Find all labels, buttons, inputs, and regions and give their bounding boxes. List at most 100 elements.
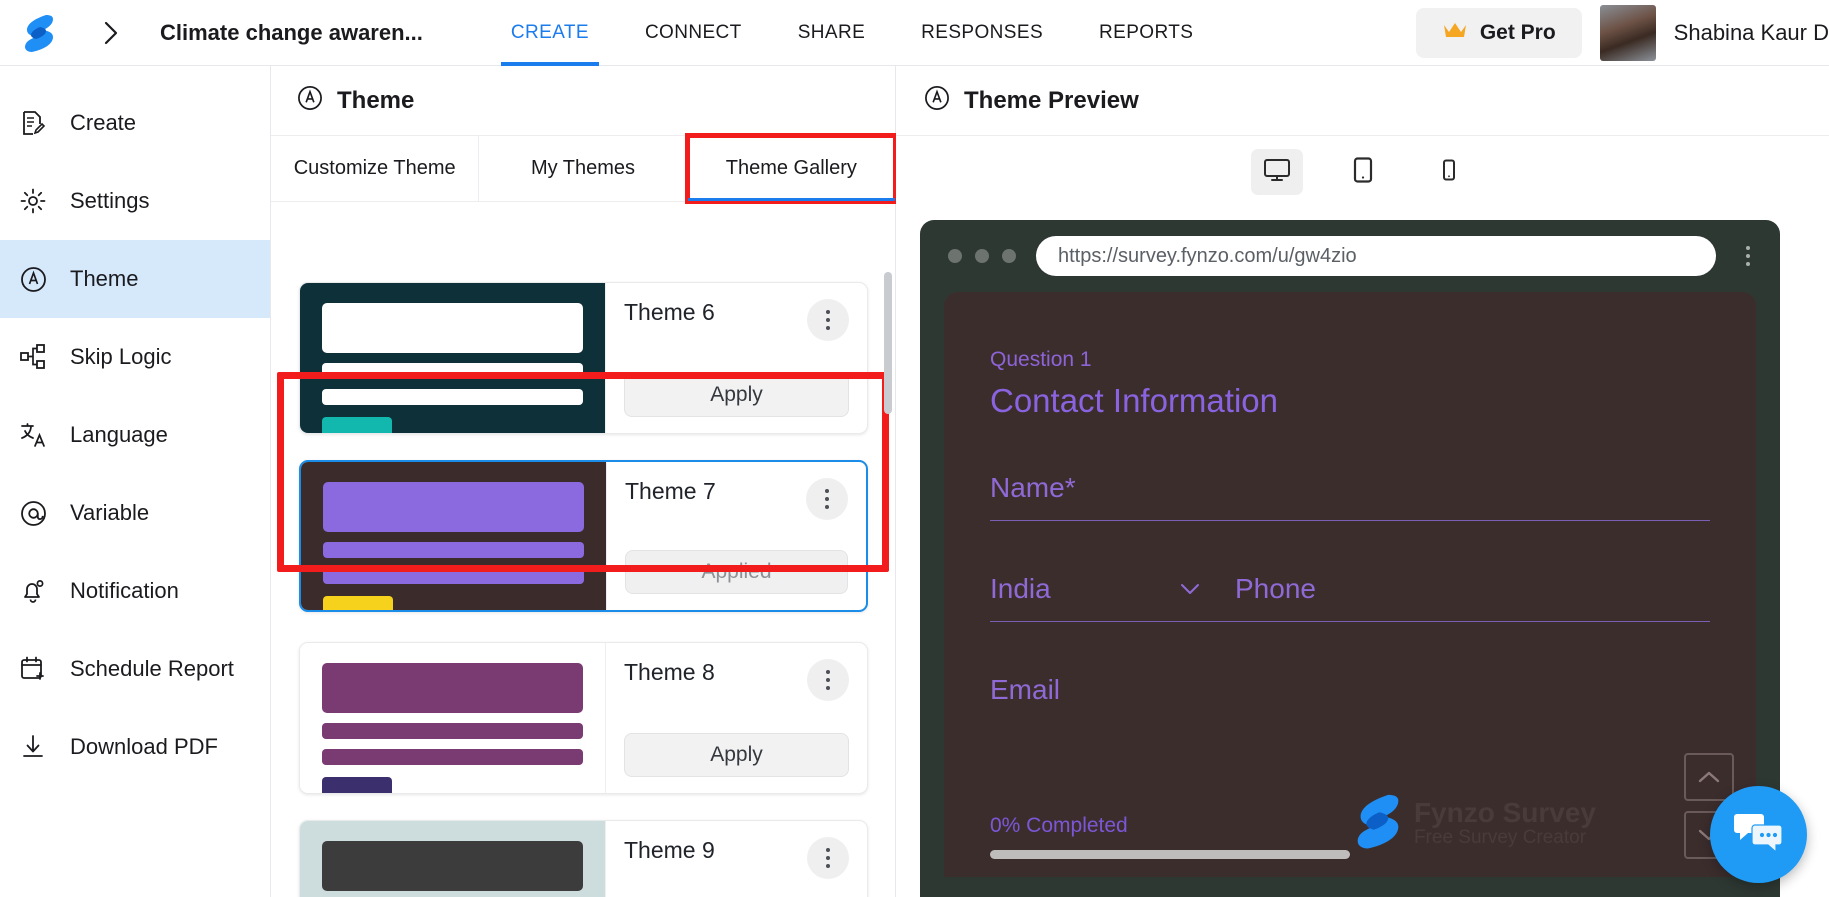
theme-gallery-list[interactable]: Theme 6 Apply Theme 7 Applied Theme 8 Ap… xyxy=(271,268,896,897)
sidebar-item-create[interactable]: Create xyxy=(0,84,270,162)
browser-window-dots xyxy=(940,249,1016,263)
theme-card[interactable]: Theme 8 Apply xyxy=(299,642,868,794)
theme-list-scrollbar[interactable] xyxy=(884,272,892,414)
theme-swatch xyxy=(300,643,605,793)
theme-card-details: Theme 6 Apply xyxy=(605,283,867,433)
theme-palette-icon xyxy=(18,266,48,293)
chevron-up-icon[interactable] xyxy=(1684,753,1734,801)
survey-preview: Question 1 Contact Information Name* Ind… xyxy=(944,292,1756,877)
sidebar-item-download-pdf[interactable]: Download PDF xyxy=(0,708,270,786)
theme-palette-icon xyxy=(297,85,323,116)
gear-icon xyxy=(18,188,48,214)
kebab-menu-icon[interactable] xyxy=(807,299,849,341)
sidebar-item-variable[interactable]: Variable xyxy=(0,474,270,552)
monitor-icon xyxy=(1263,157,1291,188)
get-pro-button[interactable]: Get Pro xyxy=(1415,7,1582,58)
apply-button[interactable]: Apply xyxy=(624,373,849,417)
preview-title: Theme Preview xyxy=(964,86,1139,114)
sidebar-item-skip-logic[interactable]: Skip Logic xyxy=(0,318,270,396)
minimize-icon xyxy=(975,249,989,263)
browser-toolbar: https://survey.fynzo.com/u/gw4zio xyxy=(920,220,1780,292)
sidebar-item-settings[interactable]: Settings xyxy=(0,162,270,240)
tab-responses[interactable]: RESPONSES xyxy=(893,0,1071,66)
theme-card[interactable]: Theme 6 Apply xyxy=(299,282,868,434)
theme-panel-title: Theme xyxy=(337,86,415,114)
close-icon xyxy=(948,249,962,263)
theme-tabs: Customize Theme My Themes Theme Gallery xyxy=(271,133,898,204)
theme-card[interactable]: Theme 9 Apply xyxy=(299,820,868,897)
tab-theme-gallery[interactable]: Theme Gallery xyxy=(684,133,898,204)
url-input[interactable]: https://survey.fynzo.com/u/gw4zio xyxy=(1036,236,1716,276)
brand-name: Fynzo Survey xyxy=(1413,796,1596,828)
avatar[interactable] xyxy=(1599,4,1656,61)
tab-customize-theme[interactable]: Customize Theme xyxy=(271,136,480,201)
sidebar-item-label: Skip Logic xyxy=(70,344,172,369)
mobile-icon xyxy=(1442,159,1456,186)
name-input[interactable] xyxy=(990,520,1710,521)
username-label: Shabina Kaur D xyxy=(1673,19,1829,45)
theme-swatch xyxy=(300,821,605,897)
theme-card-details: Theme 7 Applied xyxy=(606,462,866,610)
calendar-plus-icon xyxy=(18,656,48,682)
applied-button: Applied xyxy=(625,550,848,594)
phone-field-label: Phone xyxy=(1235,573,1316,604)
sidebar-item-label: Variable xyxy=(70,500,150,525)
email-field-group: Email xyxy=(990,674,1710,722)
theme-name: Theme 9 xyxy=(624,837,715,863)
kebab-menu-icon[interactable] xyxy=(806,478,848,520)
sidebar-item-theme[interactable]: Theme xyxy=(0,240,270,318)
theme-palette-icon xyxy=(924,85,950,116)
tablet-view-button[interactable] xyxy=(1337,149,1389,195)
tab-create[interactable]: CREATE xyxy=(483,0,617,66)
country-select[interactable]: India xyxy=(990,573,1235,605)
phone-input[interactable] xyxy=(990,621,1710,622)
tab-my-themes[interactable]: My Themes xyxy=(479,136,688,201)
chat-bubbles-icon xyxy=(1733,810,1785,859)
sidebar-item-label: Create xyxy=(70,110,137,135)
sidebar-item-language[interactable]: Language xyxy=(0,396,270,474)
kebab-menu-icon[interactable] xyxy=(1736,246,1760,266)
fynzo-logo-icon[interactable] xyxy=(16,13,62,53)
progress-label: 0% Completed xyxy=(990,814,1128,837)
sidebar-item-label: Settings xyxy=(70,188,150,213)
theme-name: Theme 8 xyxy=(624,659,715,685)
tab-reports[interactable]: REPORTS xyxy=(1071,0,1221,66)
theme-card-details: Theme 9 Apply xyxy=(605,821,867,897)
theme-name: Theme 7 xyxy=(625,478,716,504)
sidebar-item-schedule-report[interactable]: Schedule Report xyxy=(0,630,270,708)
download-icon xyxy=(18,734,48,760)
topbar-right-group: Get Pro Shabina Kaur D xyxy=(1415,4,1829,61)
question-number: Question 1 xyxy=(990,348,1092,371)
kebab-menu-icon[interactable] xyxy=(807,659,849,701)
country-value: India xyxy=(990,573,1051,604)
tab-connect[interactable]: CONNECT xyxy=(617,0,770,66)
chat-widget-button[interactable] xyxy=(1710,786,1807,883)
left-sidebar: Create Settings Theme Skip Logic Languag xyxy=(0,66,271,897)
page-title: Climate change awaren... xyxy=(160,19,423,45)
progress-bar xyxy=(990,850,1350,859)
apply-button[interactable]: Apply xyxy=(624,733,849,777)
sidebar-item-notification[interactable]: Notification xyxy=(0,552,270,630)
sidebar-item-label: Notification xyxy=(70,578,179,603)
translate-icon xyxy=(18,422,48,448)
phone-field-group: India Phone xyxy=(990,573,1710,622)
sidebar-item-label: Theme xyxy=(70,266,139,291)
get-pro-label: Get Pro xyxy=(1479,20,1556,44)
flow-branch-icon xyxy=(18,344,48,370)
fynzo-branding: Fynzo Survey Free Survey Creator xyxy=(1356,792,1596,855)
question-title: Contact Information xyxy=(990,382,1278,419)
theme-card[interactable]: Theme 7 Applied xyxy=(299,460,868,612)
theme-panel: Theme Customize Theme My Themes Theme Ga… xyxy=(271,66,898,897)
theme-panel-header: Theme xyxy=(271,66,895,136)
tab-share[interactable]: SHARE xyxy=(770,0,893,66)
device-toggle-group xyxy=(896,136,1829,208)
sidebar-item-label: Schedule Report xyxy=(70,656,234,681)
theme-swatch xyxy=(300,283,605,433)
fynzo-logo-icon xyxy=(1356,792,1400,855)
kebab-menu-icon[interactable] xyxy=(807,837,849,879)
mobile-view-button[interactable] xyxy=(1423,149,1475,195)
preview-header: Theme Preview xyxy=(896,66,1829,136)
chevron-right-icon[interactable] xyxy=(98,19,124,47)
desktop-view-button[interactable] xyxy=(1250,149,1303,195)
name-field-label: Name* xyxy=(990,472,1076,503)
